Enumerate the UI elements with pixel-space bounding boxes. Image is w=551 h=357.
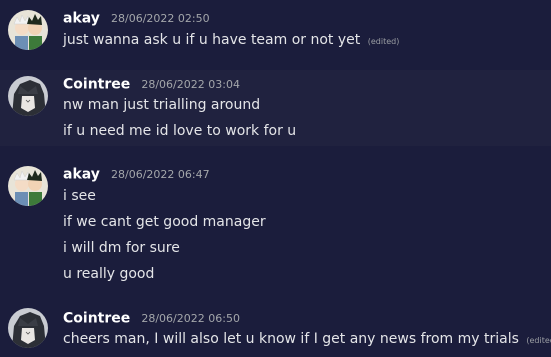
message-text: u really good — [63, 266, 155, 282]
username[interactable]: Cointree — [63, 77, 130, 93]
message-text: cheers man, I will also let u know if I … — [63, 331, 519, 347]
message-line: u really good — [63, 264, 154, 284]
message-text: nw man just trialling around — [63, 97, 261, 113]
message-group: akay 28/06/2022 06:47 i see if we cant g… — [0, 164, 551, 288]
message-line: just wanna ask u if u have team or not y… — [63, 30, 399, 50]
timestamp[interactable]: 28/06/2022 02:50 — [111, 12, 210, 25]
message-group: akay 28/06/2022 02:50 just wanna ask u i… — [0, 8, 551, 58]
anime-duo-icon — [8, 166, 48, 206]
message-header: akay 28/06/2022 06:47 — [63, 164, 210, 184]
message-line: cheers man, I will also let u know if I … — [63, 329, 551, 349]
message-text: i see — [63, 188, 96, 204]
edited-label: (edited) — [367, 37, 400, 46]
username[interactable]: Cointree — [63, 311, 130, 327]
message-text: if u need me id love to work for u — [63, 123, 297, 139]
dark-anime-icon — [8, 308, 48, 348]
message-text: just wanna ask u if u have team or not y… — [63, 32, 361, 48]
user-avatar-akay[interactable] — [8, 166, 48, 206]
dark-anime-icon — [8, 76, 48, 116]
message-line: if u need me id love to work for u — [63, 121, 296, 141]
username[interactable]: akay — [63, 11, 100, 27]
message-line: i see — [63, 186, 96, 206]
timestamp[interactable]: 28/06/2022 06:50 — [141, 312, 240, 325]
timestamp[interactable]: 28/06/2022 06:47 — [111, 168, 210, 181]
message-line: if we cant get good manager — [63, 212, 266, 232]
message-header: akay 28/06/2022 02:50 — [63, 8, 210, 28]
message-group: Cointree 28/06/2022 06:50 cheers man, I … — [0, 306, 551, 357]
anime-duo-icon — [8, 10, 48, 50]
message-line: nw man just trialling around — [63, 95, 260, 115]
message-text: if we cant get good manager — [63, 214, 266, 230]
edited-label: (edited) — [526, 336, 551, 345]
user-avatar-cointree[interactable] — [8, 76, 48, 116]
timestamp[interactable]: 28/06/2022 03:04 — [141, 78, 240, 91]
message-text: i will dm for sure — [63, 240, 180, 256]
user-avatar-akay[interactable] — [8, 10, 48, 50]
message-group: Cointree 28/06/2022 03:04 nw man just tr… — [0, 70, 551, 146]
message-line: i will dm for sure — [63, 238, 180, 258]
username[interactable]: akay — [63, 167, 100, 183]
message-header: Cointree 28/06/2022 03:04 — [63, 74, 240, 94]
user-avatar-cointree[interactable] — [8, 308, 48, 348]
chat-messages: akay 28/06/2022 02:50 just wanna ask u i… — [0, 0, 551, 357]
message-header: Cointree 28/06/2022 06:50 — [63, 308, 240, 328]
